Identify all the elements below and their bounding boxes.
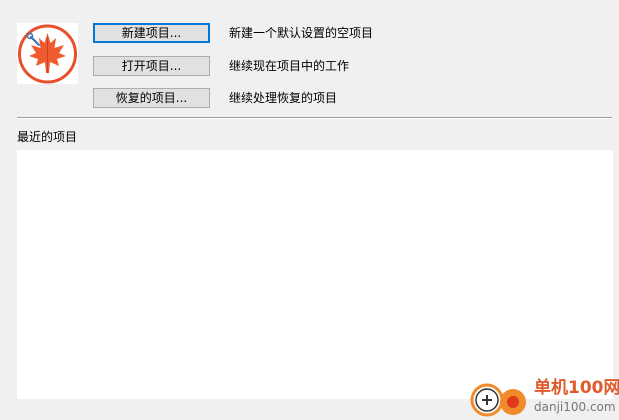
recent-projects-label: 最近的项目 bbox=[17, 130, 78, 144]
watermark-title: 单机100网 bbox=[534, 378, 619, 398]
section-divider bbox=[17, 117, 612, 119]
recovered-project-description: 继续处理恢复的项目 bbox=[229, 91, 338, 105]
watermark-url: danji100.com bbox=[534, 400, 616, 414]
open-project-description: 继续现在项目中的工作 bbox=[229, 59, 350, 73]
new-project-description: 新建一个默认设置的空项目 bbox=[229, 26, 374, 40]
recovered-project-button[interactable]: 恢复的项目... bbox=[93, 88, 210, 108]
new-project-button[interactable]: 新建项目... bbox=[93, 23, 210, 43]
maple-leaf-icon bbox=[18, 24, 77, 84]
site-watermark: 单机100网 danji100.com bbox=[470, 378, 619, 420]
open-project-button[interactable]: 打开项目... bbox=[93, 56, 210, 76]
watermark-logo-icon bbox=[470, 383, 526, 417]
app-logo bbox=[17, 23, 78, 84]
recent-projects-list[interactable] bbox=[17, 150, 613, 399]
